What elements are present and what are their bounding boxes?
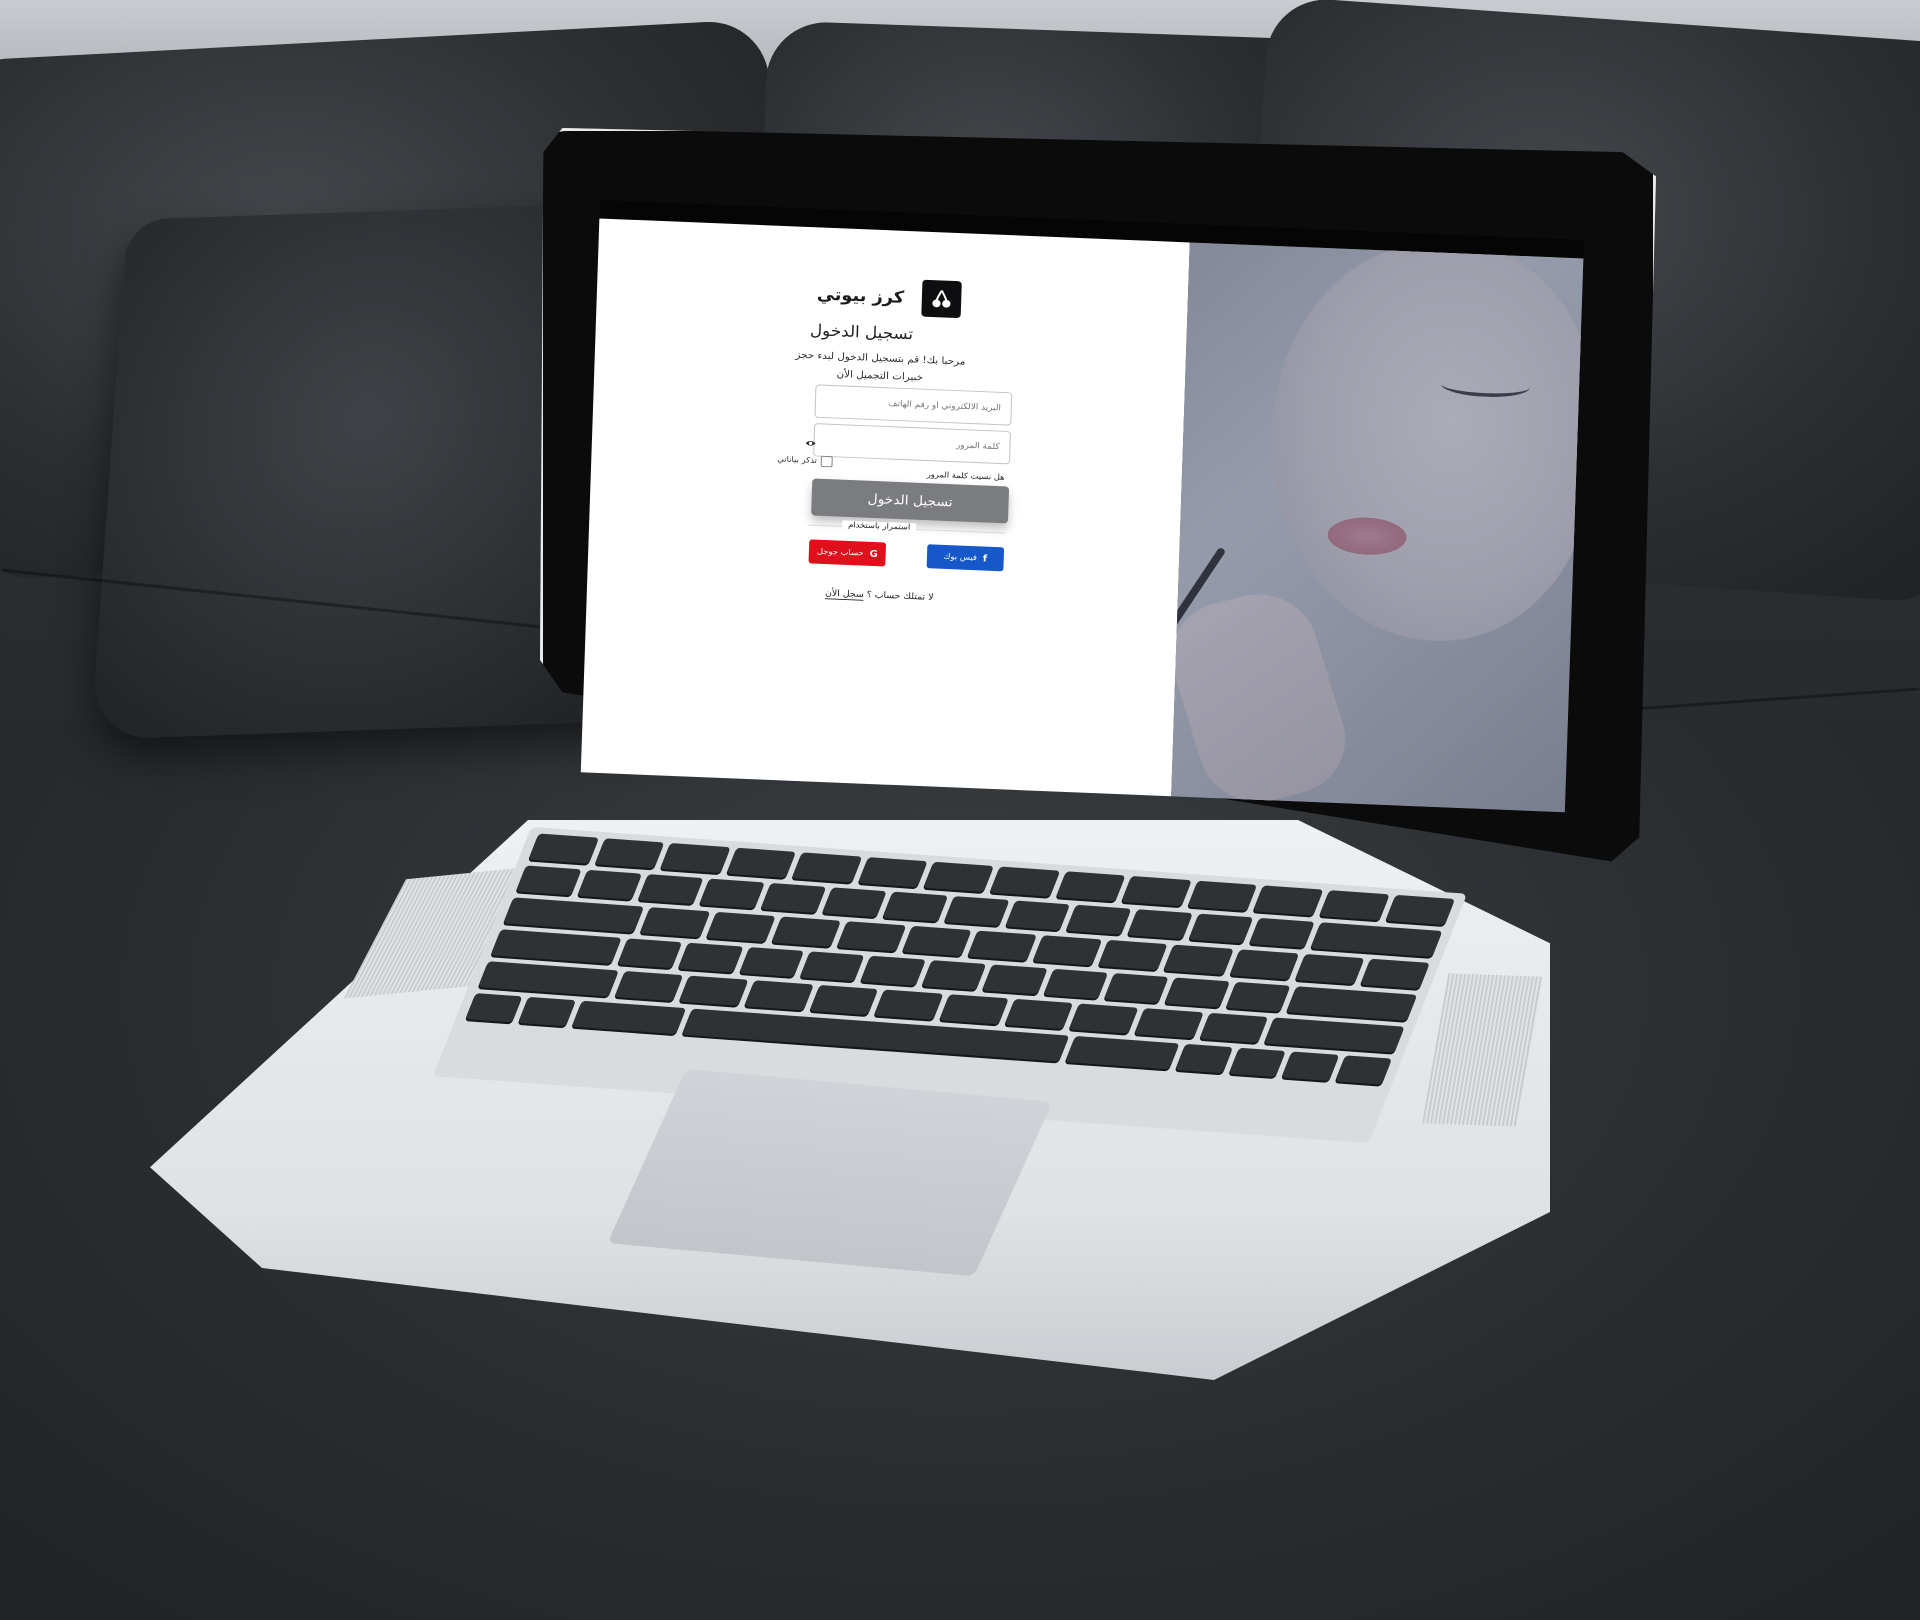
- facebook-login-button[interactable]: f فيس بوك: [926, 544, 1005, 572]
- password-field[interactable]: [813, 423, 1012, 465]
- continue-with-label: استمرار باستخدام: [842, 520, 917, 533]
- google-icon: G: [869, 548, 878, 560]
- facebook-icon: f: [982, 553, 988, 564]
- email-field[interactable]: [814, 384, 1013, 426]
- cherry-icon: [921, 279, 962, 319]
- remember-label: تذكر بياناتي: [777, 454, 818, 466]
- laptop-screen: كرز بيوتي تسجيل الدخول مرحبا بك! قم بتسج…: [580, 200, 1584, 813]
- remember-checkbox[interactable]: [820, 455, 833, 468]
- login-button[interactable]: تسجيل الدخول: [811, 478, 1010, 524]
- remember-me[interactable]: تذكر بياناتي: [777, 454, 833, 468]
- eye-icon[interactable]: [805, 435, 817, 447]
- google-login-button[interactable]: G حساب جوجل: [808, 539, 887, 567]
- welcome-text: مرحبا بك! قم بتسجيل الدخول لبدء حجز خبير…: [795, 349, 966, 384]
- hero-photo: [1171, 242, 1584, 813]
- photo-overlay: [1171, 242, 1584, 813]
- page-title: تسجيل الدخول: [809, 321, 914, 344]
- no-account-text: لا تمتلك حساب ؟: [866, 589, 934, 603]
- signup-prompt: لا تمتلك حساب ؟ سجل الأن: [824, 588, 934, 603]
- facebook-label: فيس بوك: [943, 552, 978, 563]
- forgot-password-link[interactable]: هل نسيت كلمة المرور: [927, 470, 1005, 482]
- brand-name: كرز بيوتي: [816, 284, 905, 308]
- signup-link[interactable]: سجل الأن: [824, 588, 864, 601]
- trackpad: [607, 1068, 1053, 1277]
- login-panel: كرز بيوتي تسجيل الدخول مرحبا بك! قم بتسج…: [580, 218, 1190, 797]
- google-label: حساب جوجل: [816, 547, 864, 559]
- brand-header: كرز بيوتي: [816, 275, 962, 319]
